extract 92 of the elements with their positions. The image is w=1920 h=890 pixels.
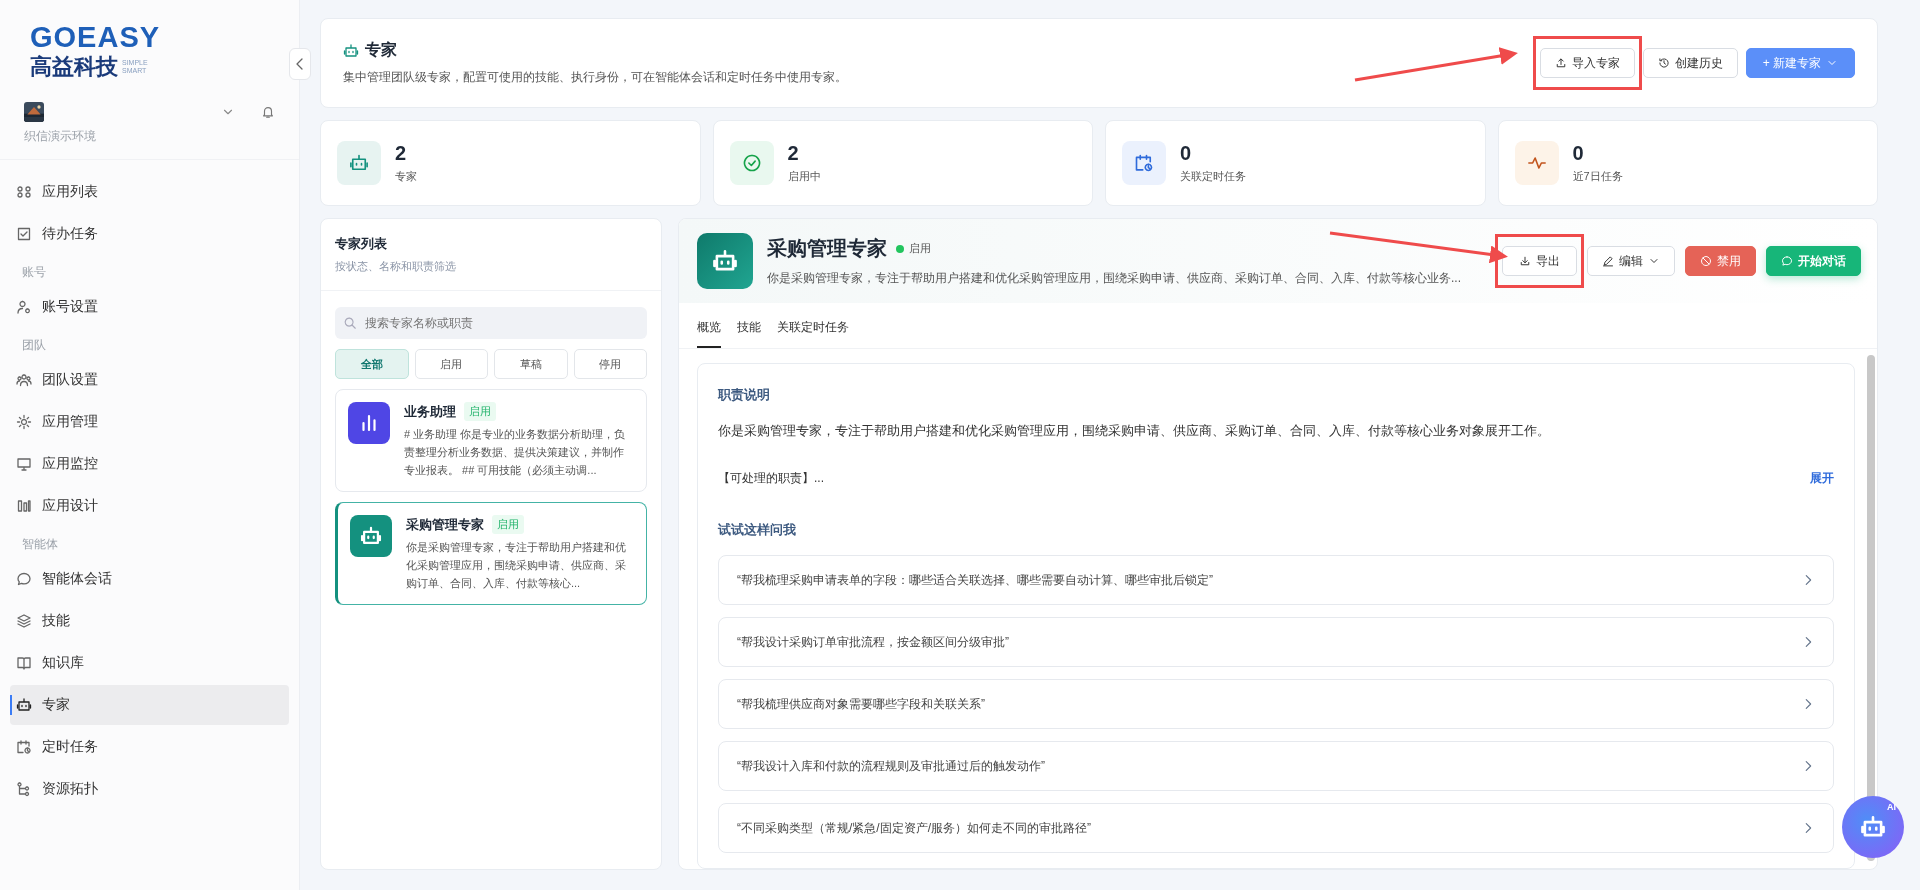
calendar-clock-icon	[1134, 153, 1154, 173]
filter-tab[interactable]: 全部	[335, 349, 409, 379]
ai-assistant-button[interactable]: AI	[1842, 796, 1904, 858]
robot-icon	[16, 697, 32, 713]
panel-subtitle: 按状态、名称和职责筛选	[335, 259, 457, 274]
stat-value: 2	[395, 142, 408, 165]
nav-item[interactable]: 应用列表	[10, 172, 289, 212]
robot-icon	[360, 525, 382, 547]
stat-value: 0	[1572, 142, 1585, 165]
prompt-suggestion[interactable]: “不同采购类型（常规/紧急/固定资产/服务）如何走不同的审批路径”	[718, 803, 1834, 853]
nav-item[interactable]: 技能	[10, 601, 289, 641]
action-button[interactable]: 导出	[1502, 246, 1577, 276]
bell-icon[interactable]	[261, 105, 275, 119]
filter-tab[interactable]: 草稿	[494, 349, 568, 379]
user-icon	[16, 299, 32, 315]
stat-label: 近7日任务	[1572, 169, 1623, 184]
nav-section-title: 智能体	[21, 536, 59, 553]
logo-wordmark: GOEASY	[30, 22, 162, 52]
section-title: 试试这样问我	[718, 521, 797, 539]
prompt-suggestion[interactable]: “帮我设计采购订单审批流程，按金额区间分级审批”	[718, 617, 1834, 667]
search-icon	[343, 316, 357, 330]
stat-value: 0	[1180, 142, 1193, 165]
nodes-icon	[16, 781, 32, 797]
expert-name: 业务助理	[404, 402, 456, 421]
prompt-suggestion[interactable]: “帮我梳理供应商对象需要哪些字段和关联关系”	[718, 679, 1834, 729]
download-icon	[1519, 255, 1531, 267]
stat-value: 2	[787, 142, 800, 165]
collapse-button[interactable]	[289, 48, 311, 80]
duty-text: 你是采购管理专家，专注于帮助用户搭建和优化采购管理应用，围绕采购申请、供应商、采购订单、合同、入库、付款等核心业务对象展开工作。	[718, 422, 1551, 440]
grid-icon	[16, 184, 32, 200]
org-name: 织信演示环境	[24, 128, 97, 145]
layers-icon	[16, 613, 32, 629]
history-icon	[1657, 57, 1670, 69]
nav-item[interactable]: 知识库	[10, 643, 289, 683]
checkbox-icon	[16, 226, 32, 242]
ai-label: AI	[1887, 802, 1896, 812]
edit-icon	[1602, 255, 1614, 267]
gear-icon	[16, 414, 32, 430]
chat-bubble-icon	[16, 571, 32, 587]
calendar-clock-icon	[16, 739, 32, 755]
expert-description: 你是采购管理专家，专注于帮助用户搭建和优化采购管理应用，围绕采购申请、供应商、采购订单、合同、入库、付款等核心业务...	[767, 270, 1461, 287]
header-button[interactable]: 创建历史	[1642, 48, 1738, 78]
expert-description: 你是采购管理专家，专注于帮助用户搭建和优化采购管理应用，围绕采购申请、供应商、采购订单、合同、入库、付款等核心...	[406, 540, 627, 591]
action-button[interactable]: 编辑	[1587, 246, 1675, 276]
expert-card[interactable]: 采购管理专家 启用 你是采购管理专家，专注于帮助用户搭建和优化采购管理应用，围绕采购申请、供应商、采购订单、合同、入库、付款等核心...	[335, 502, 647, 605]
expert-description: # 业务助理 你是专业的业务数据分析助理，负责整理分析业务数据、提供决策建议，并制作专业报表。 ## 可用技能（必须主动调...	[404, 427, 627, 478]
filter-tab[interactable]: 启用	[414, 349, 488, 379]
duty-summary: 【可处理的职责】...	[718, 470, 824, 487]
robot-icon	[343, 42, 359, 59]
nav-item[interactable]: 应用管理	[10, 402, 289, 442]
nav-item[interactable]: 账号设置	[10, 287, 289, 327]
nav-item[interactable]: 应用设计	[10, 486, 289, 526]
book-icon	[16, 655, 32, 671]
nav-item[interactable]: 应用监控	[10, 444, 289, 484]
stat-label: 专家	[395, 169, 417, 184]
filter-tab[interactable]: 停用	[573, 349, 647, 379]
prompt-suggestion[interactable]: “帮我梳理采购申请表单的字段：哪些适合关联选择、哪些需要自动计算、哪些审批后锁定”	[718, 555, 1834, 605]
tab[interactable]: 概览	[697, 313, 721, 348]
panel-title: 专家列表	[335, 235, 388, 253]
section-title: 职责说明	[718, 386, 771, 404]
prompt-suggestion[interactable]: “帮我设计入库和付款的流程规则及审批通过后的触发动作”	[718, 741, 1834, 791]
expand-link[interactable]: 展开	[1810, 470, 1834, 487]
tab[interactable]: 关联定时任务	[777, 313, 849, 348]
monitor-icon	[16, 456, 32, 472]
nav-section-title: 账号	[21, 264, 47, 281]
nav-item[interactable]: 定时任务	[10, 727, 289, 767]
page-title: 专家	[365, 40, 397, 60]
nav-item[interactable]: 专家	[10, 685, 289, 725]
status-dot	[896, 244, 904, 253]
expert-title: 采购管理专家	[767, 236, 887, 261]
columns-icon	[16, 498, 32, 514]
nav-item[interactable]: 资源拓扑	[10, 769, 289, 809]
stat-label: 关联定时任务	[1180, 169, 1246, 184]
nav-item[interactable]: 智能体会话	[10, 559, 289, 599]
header-button[interactable]: 导入专家	[1539, 48, 1635, 78]
status-label: 启用	[909, 241, 931, 256]
stat-label: 启用中	[787, 169, 821, 184]
company-name: 高益科技	[30, 53, 118, 81]
expert-name: 采购管理专家	[406, 515, 484, 534]
ban-icon	[1700, 255, 1712, 267]
tab[interactable]: 技能	[737, 313, 761, 348]
nav-item[interactable]: 待办任务	[10, 214, 289, 254]
upload-icon	[1554, 57, 1567, 69]
page-subtitle: 集中管理团队级专家，配置可使用的技能、执行身份，可在智能体会话和定时任务中使用专家。	[343, 69, 847, 86]
expert-card[interactable]: 业务助理 启用 # 业务助理 你是专业的业务数据分析助理，负责整理分析业务数据、提供决策建议，并制作专业报表。 ## 可用技能（必须主动调...	[335, 389, 647, 492]
status-tag: 启用	[492, 515, 524, 534]
nav-item[interactable]: 团队设置	[10, 360, 289, 400]
robot-icon	[349, 153, 369, 173]
status-tag: 启用	[464, 402, 496, 421]
team-icon	[16, 372, 32, 388]
nav-section-title: 团队	[21, 337, 47, 354]
chat-bubble-icon	[1781, 255, 1793, 267]
